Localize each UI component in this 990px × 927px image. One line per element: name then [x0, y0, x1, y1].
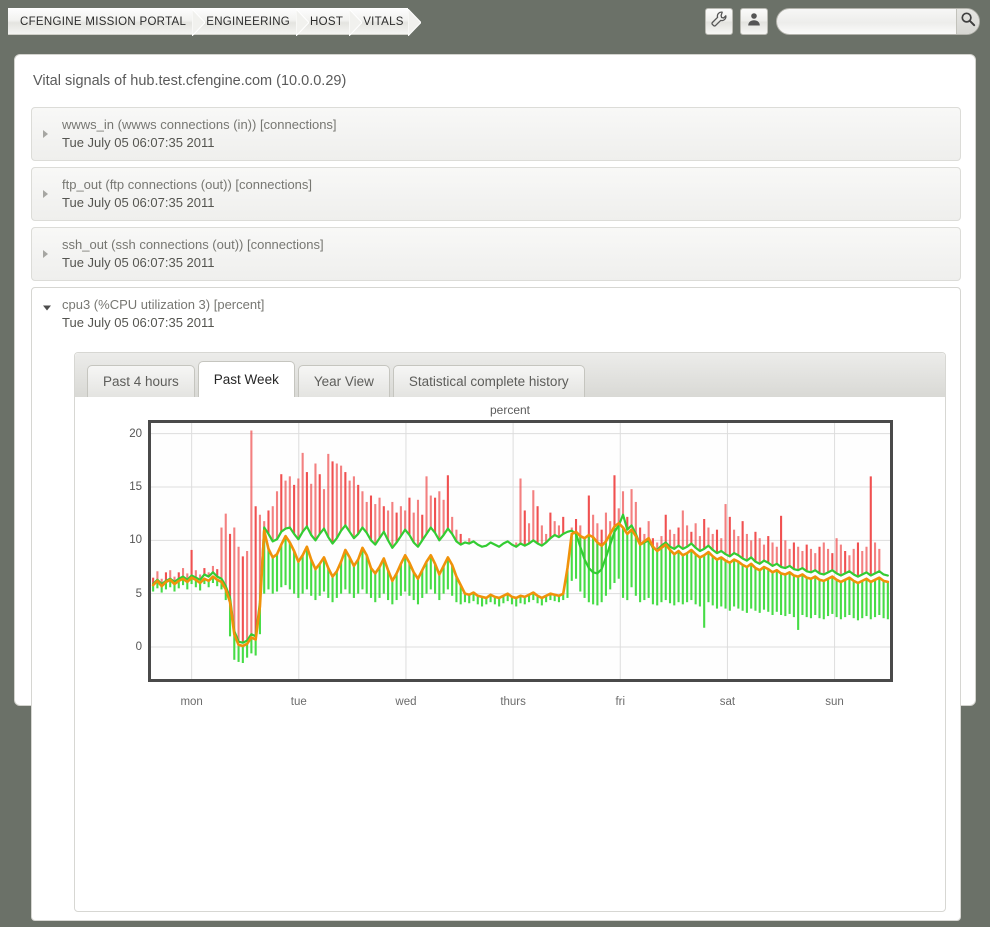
x-axis-tick-label: thurs — [500, 696, 526, 708]
wrench-icon — [711, 11, 727, 32]
user-icon — [746, 11, 762, 32]
chevron-right-icon[interactable] — [43, 130, 48, 138]
tab-past-4-hours[interactable]: Past 4 hours — [87, 365, 195, 397]
signal-list: wwws_in (wwws connections (in)) [connect… — [31, 107, 961, 927]
chevron-right-icon[interactable] — [43, 190, 48, 198]
signal-timestamp: Tue July 05 06:07:35 2011 — [62, 195, 215, 210]
chevron-down-icon[interactable] — [43, 305, 51, 311]
tab-strip: Past 4 hours Past Week Year View Statist… — [75, 353, 945, 397]
x-axis-tick-label: sun — [825, 696, 844, 708]
tab-year-view[interactable]: Year View — [297, 365, 390, 397]
breadcrumb-item-portal[interactable]: CFENGINE MISSION PORTAL — [8, 8, 206, 36]
chart-area: percent 0 5 10 15 20 mon tue wed thurs fri sat sun — [75, 397, 945, 911]
x-axis-tick-label: fri — [615, 696, 626, 708]
x-axis-tick-label: mon — [180, 696, 203, 708]
search-submit-button[interactable] — [956, 9, 979, 34]
search-icon — [960, 11, 976, 32]
search-box[interactable] — [776, 8, 980, 35]
top-bar: CFENGINE MISSION PORTAL ENGINEERING HOST… — [0, 0, 990, 43]
tab-statistical-complete-history[interactable]: Statistical complete history — [392, 365, 585, 397]
chart-title: percent — [489, 403, 531, 417]
y-axis-tick-label: 20 — [129, 427, 142, 440]
signal-name: cpu3 (%CPU utilization 3) [percent] — [62, 297, 265, 312]
chevron-right-icon[interactable] — [43, 250, 48, 258]
chevron-right-icon — [349, 9, 363, 36]
breadcrumb-label: HOST — [310, 15, 344, 28]
chart-tab-widget: Past 4 hours Past Week Year View Statist… — [74, 352, 946, 912]
signal-name: ftp_out (ftp connections (out)) [connect… — [62, 177, 313, 192]
signal-timestamp: Tue July 05 06:07:35 2011 — [62, 255, 215, 270]
breadcrumb-label: ENGINEERING — [206, 15, 291, 28]
signal-row-ftp-out[interactable]: ftp_out (ftp connections (out)) [connect… — [31, 167, 961, 221]
chevron-right-icon — [296, 9, 310, 36]
vitals-panel: Vital signals of hub.test.cfengine.com (… — [14, 54, 976, 921]
x-axis-tick-label: tue — [290, 696, 307, 708]
signal-name: ssh_out (ssh connections (out)) [connect… — [62, 237, 324, 252]
page-title: Vital signals of hub.test.cfengine.com (… — [33, 73, 347, 89]
signal-timestamp: Tue July 05 06:07:35 2011 — [62, 135, 215, 150]
chart-plot-area: 0 5 10 15 20 mon tue wed thurs fri sat sun — [129, 420, 893, 708]
breadcrumb: CFENGINE MISSION PORTAL ENGINEERING HOST… — [8, 8, 421, 36]
y-axis-tick-label: 0 — [135, 641, 142, 653]
chevron-right-icon — [407, 9, 421, 36]
signal-row-cpu3[interactable]: cpu3 (%CPU utilization 3) [percent] Tue … — [31, 287, 961, 921]
breadcrumb-label: VITALS — [363, 15, 404, 28]
x-axis-tick-label: sat — [719, 696, 736, 708]
tab-past-week[interactable]: Past Week — [197, 361, 295, 397]
breadcrumb-item-engineering[interactable]: ENGINEERING — [192, 8, 310, 36]
signal-row-wwws-in[interactable]: wwws_in (wwws connections (in)) [connect… — [31, 107, 961, 161]
y-axis-tick-label: 15 — [129, 481, 142, 493]
chevron-right-icon — [192, 9, 206, 36]
settings-wrench-button[interactable] — [705, 8, 733, 35]
y-axis-tick-label: 10 — [129, 534, 142, 547]
x-axis-tick-label: wed — [395, 696, 417, 708]
y-axis-tick-label: 5 — [135, 587, 142, 600]
user-account-button[interactable] — [740, 8, 768, 35]
signal-row-ssh-out[interactable]: ssh_out (ssh connections (out)) [connect… — [31, 227, 961, 281]
chart-svg — [151, 423, 890, 679]
search-input[interactable] — [777, 9, 956, 34]
signal-name: wwws_in (wwws connections (in)) [connect… — [62, 117, 337, 132]
breadcrumb-label: CFENGINE MISSION PORTAL — [20, 15, 187, 28]
signal-timestamp: Tue July 05 06:07:35 2011 — [62, 315, 215, 330]
